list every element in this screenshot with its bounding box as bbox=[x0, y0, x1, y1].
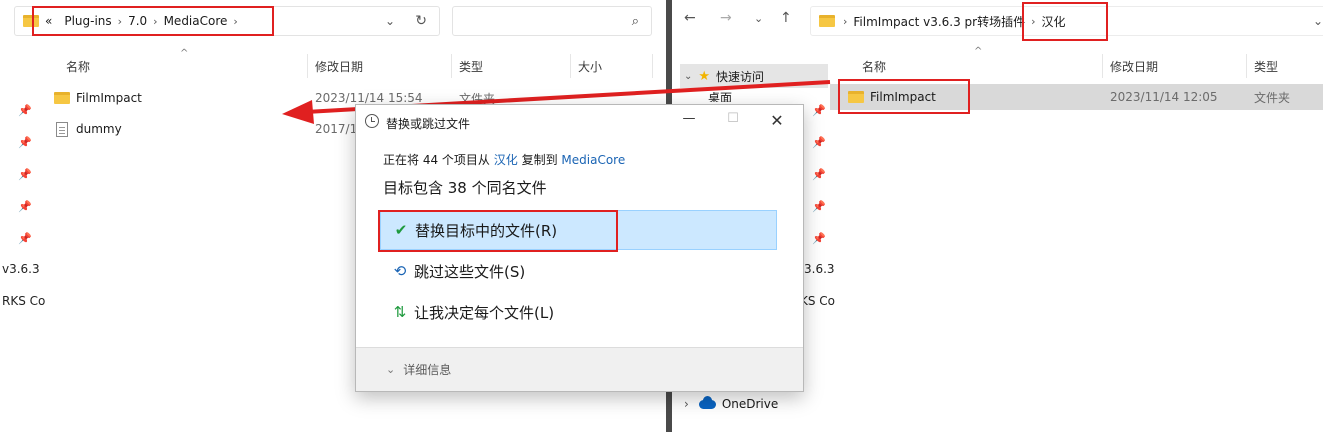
source-folder-link[interactable]: 汉化 bbox=[494, 153, 518, 167]
minimize-icon[interactable]: — bbox=[677, 111, 701, 131]
annotation-box-replace bbox=[378, 210, 618, 252]
dialog-title: 替换或跳过文件 bbox=[386, 117, 471, 131]
copy-status-line: 正在将 44 个项目从 汉化 复制到 MediaCore bbox=[383, 151, 625, 168]
decide-icon: ⇅ bbox=[393, 303, 407, 321]
option-label: 跳过这些文件(S) bbox=[414, 262, 526, 281]
dialog-heading: 目标包含 38 个同名文件 bbox=[383, 179, 547, 197]
details-toggle[interactable]: ⌄ 详细信息 bbox=[356, 347, 803, 391]
replace-or-skip-dialog: 替换或跳过文件 — ☐ ✕ 正在将 44 个项目从 汉化 复制到 MediaCo… bbox=[355, 104, 804, 392]
dialog-titlebar: 替换或跳过文件 — ☐ ✕ bbox=[356, 105, 803, 138]
clock-icon bbox=[365, 114, 379, 128]
chevron-down-icon: ⌄ bbox=[386, 363, 396, 376]
skip-files-option[interactable]: ⟲ 跳过这些文件(S) bbox=[380, 251, 777, 291]
skip-icon: ⟲ bbox=[393, 262, 407, 280]
dest-folder-link[interactable]: MediaCore bbox=[561, 153, 625, 167]
decide-each-option[interactable]: ⇅ 让我决定每个文件(L) bbox=[380, 292, 777, 332]
copy-mid: 复制到 bbox=[521, 153, 558, 167]
details-label: 详细信息 bbox=[403, 363, 452, 377]
maximize-icon: ☐ bbox=[727, 111, 739, 126]
close-icon[interactable]: ✕ bbox=[765, 111, 789, 131]
copy-prefix: 正在将 44 个项目从 bbox=[383, 153, 490, 167]
option-label: 让我决定每个文件(L) bbox=[414, 303, 555, 322]
